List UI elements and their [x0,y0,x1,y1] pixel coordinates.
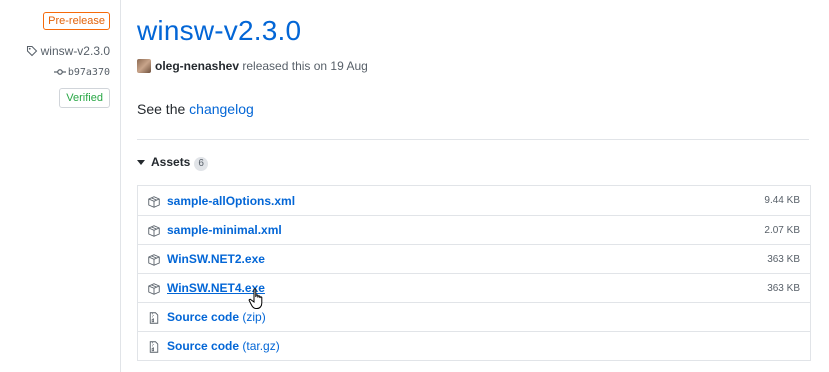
avatar[interactable] [137,59,151,73]
asset-row[interactable]: Source code (tar.gz) [138,331,810,360]
commit-icon [53,68,66,79]
body-prefix: See the [137,101,186,117]
asset-link[interactable]: Source code (zip) [167,310,800,324]
verified-badge[interactable]: Verified [59,88,110,108]
prerelease-badge: Pre-release [43,12,110,30]
commit-sha: b97a370 [67,67,110,78]
package-icon [148,224,160,237]
asset-link[interactable]: Source code (tar.gz) [167,339,800,353]
asset-link[interactable]: WinSW.NET4.exe [167,281,767,295]
asset-row[interactable]: sample-allOptions.xml 9.44 KB [138,186,810,215]
tag-icon [26,45,38,60]
release-title[interactable]: winsw-v2.3.0 [137,15,301,47]
source-code-label: Source code [167,310,240,324]
tag-link[interactable]: winsw-v2.3.0 [26,44,110,60]
asset-row[interactable]: sample-minimal.xml 2.07 KB [138,215,810,244]
package-icon [148,195,160,208]
archive-format: (tar.gz) [242,339,280,353]
release-meta: oleg-nenashev released this on 19 Aug [137,59,368,73]
asset-row[interactable]: WinSW.NET4.exe 363 KB [138,273,810,302]
source-code-label: Source code [167,339,240,353]
caret-down-icon [137,160,145,165]
tag-name: winsw-v2.3.0 [40,44,110,58]
archive-format: (zip) [242,310,266,324]
sidebar-divider [120,0,121,372]
assets-label: Assets [151,155,191,169]
divider [137,139,809,140]
released-text: released this on 19 Aug [242,59,368,73]
asset-size: 9.44 KB [764,195,800,206]
asset-size: 2.07 KB [764,224,800,236]
release-body: See the changelog [137,101,254,117]
release-main: winsw-v2.3.0 oleg-nenashev released this… [137,0,819,372]
package-icon [148,253,160,266]
file-zip-icon [148,311,160,324]
asset-link[interactable]: sample-allOptions.xml [167,194,764,208]
package-icon [148,282,160,295]
changelog-link[interactable]: changelog [189,101,254,117]
release-sidebar: Pre-release winsw-v2.3.0 b97a370 Verifie… [0,0,120,372]
asset-size: 363 KB [767,282,800,294]
author-link[interactable]: oleg-nenashev [155,59,239,73]
assets-toggle[interactable]: Assets 6 [137,155,208,171]
commit-link[interactable]: b97a370 [53,67,110,79]
asset-row[interactable]: WinSW.NET2.exe 363 KB [138,244,810,273]
asset-link[interactable]: WinSW.NET2.exe [167,252,767,266]
asset-row[interactable]: Source code (zip) [138,302,810,331]
assets-list: sample-allOptions.xml 9.44 KB sample-min… [137,185,811,361]
asset-link[interactable]: sample-minimal.xml [167,223,764,237]
file-zip-icon [148,340,160,353]
asset-size: 363 KB [767,253,800,265]
assets-count: 6 [194,157,208,171]
